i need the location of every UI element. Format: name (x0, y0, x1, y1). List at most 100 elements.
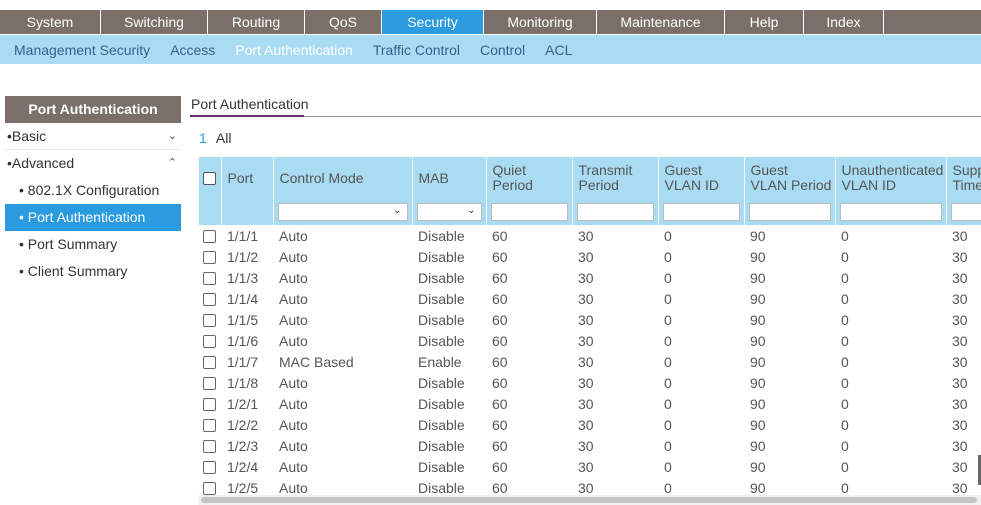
row-checkbox[interactable] (203, 461, 216, 475)
tab-maintenance[interactable]: Maintenance (597, 10, 725, 34)
header-line: Guest (750, 162, 788, 178)
row-checkbox[interactable] (203, 272, 216, 286)
tab-qos[interactable]: QoS (305, 10, 382, 34)
table-row[interactable]: 1/1/3 Auto Disable 60 30 0 90 0 30 (199, 267, 981, 288)
row-checkbox[interactable] (203, 419, 216, 433)
unauth-vlan-id-filter-input[interactable] (839, 203, 942, 221)
cell-unauth-vlan-id: 0 (841, 458, 849, 475)
table-row[interactable]: 1/2/4 Auto Disable 60 30 0 90 0 30 (199, 456, 981, 477)
col-header-guest-vlan-period[interactable]: Guest VLAN Period (744, 157, 836, 199)
tab-index[interactable]: Index (804, 10, 884, 34)
col-header-guest-vlan-id[interactable]: Guest VLAN ID (658, 157, 745, 199)
tab-switching[interactable]: Switching (101, 10, 208, 34)
header-line: Guest (664, 162, 702, 178)
row-select-cell (199, 393, 221, 414)
row-checkbox[interactable] (203, 314, 216, 328)
cell-guest-vlan-period: 90 (750, 248, 766, 265)
row-checkbox[interactable] (203, 482, 216, 495)
sidebar-item-basic[interactable]: •Basic ⌄ (5, 123, 181, 150)
guest-vlan-period-filter-input[interactable] (748, 203, 831, 221)
row-checkbox[interactable] (203, 335, 216, 349)
cell-guest-vlan-period: 90 (750, 311, 766, 328)
supp-time-filter-input[interactable] (950, 203, 981, 221)
cell-port: 1/2/3 (227, 437, 259, 454)
cell-guest-vlan-period: 90 (750, 395, 766, 412)
row-checkbox[interactable] (203, 440, 216, 454)
sidebar-subitem-port-summary[interactable]: • Port Summary (5, 231, 181, 258)
sidebar-subitem-client-summary[interactable]: • Client Summary (5, 258, 181, 285)
cell-guest-vlan-id: 0 (664, 332, 672, 349)
select-all-checkbox[interactable] (203, 172, 216, 186)
table-row[interactable]: 1/2/5 Auto Disable 60 30 0 90 0 30 (199, 477, 981, 495)
col-header-control-mode[interactable]: Control Mode (273, 157, 413, 199)
cell-transmit-period: 30 (578, 395, 594, 412)
subnav-access[interactable]: Access (170, 42, 215, 58)
row-checkbox[interactable] (203, 293, 216, 307)
filter-cell (221, 199, 274, 225)
subnav-management-security[interactable]: Management Security (14, 42, 150, 58)
cell-mab: Disable (418, 374, 465, 391)
header-line: Time (952, 177, 981, 193)
table-body: 1/1/1 Auto Disable 60 30 0 90 0 30 1/1/2 Auto Disab… (199, 225, 981, 495)
col-header-quiet-period[interactable]: Quiet Period (486, 157, 573, 199)
sidebar-item-advanced[interactable]: •Advanced ⌃ (5, 150, 181, 177)
tab-help[interactable]: Help (725, 10, 804, 34)
header-line: Period (578, 177, 619, 193)
col-header-unauthenticated-vlan-id[interactable]: Unauthenticated VLAN ID (835, 157, 947, 199)
row-select-cell (199, 267, 221, 288)
scrollbar-thumb[interactable] (201, 497, 977, 503)
sidebar-subitem-port-authentication[interactable]: • Port Authentication (5, 204, 181, 231)
row-checkbox[interactable] (203, 398, 216, 412)
control-mode-filter-select[interactable]: ⌄ (277, 203, 408, 221)
quiet-period-filter-input[interactable] (490, 203, 568, 221)
col-header-mab[interactable]: MAB (412, 157, 487, 199)
tab-system[interactable]: System (0, 10, 101, 34)
subnav-port-authentication[interactable]: Port Authentication (235, 42, 353, 58)
tab-routing[interactable]: Routing (208, 10, 305, 34)
subnav-acl[interactable]: ACL (545, 42, 572, 58)
sidebar-subitem-8021x-configuration[interactable]: • 802.1X Configuration (5, 177, 181, 204)
cell-quiet-period: 60 (492, 374, 508, 391)
row-checkbox[interactable] (203, 356, 216, 370)
table-row[interactable]: 1/2/3 Auto Disable 60 30 0 90 0 30 (199, 435, 981, 456)
tab-security[interactable]: Security (382, 10, 484, 34)
col-header-supp-time[interactable]: SuppTime (946, 157, 981, 199)
table-row[interactable]: 1/1/5 Auto Disable 60 30 0 90 0 30 (199, 309, 981, 330)
table-row[interactable]: 1/2/2 Auto Disable 60 30 0 90 0 30 (199, 414, 981, 435)
header-line: VLAN ID (841, 177, 896, 193)
mab-filter-select[interactable]: ⌄ (416, 203, 482, 221)
tab-monitoring[interactable]: Monitoring (484, 10, 597, 34)
table-row[interactable]: 1/1/6 Auto Disable 60 30 0 90 0 30 (199, 330, 981, 351)
table-row[interactable]: 1/2/1 Auto Disable 60 30 0 90 0 30 (199, 393, 981, 414)
cell-guest-vlan-id: 0 (664, 290, 672, 307)
table-row[interactable]: 1/1/8 Auto Disable 60 30 0 90 0 30 (199, 372, 981, 393)
chevron-up-icon: ⌃ (167, 157, 177, 169)
cell-control-mode: Auto (279, 332, 308, 349)
transmit-period-filter-input[interactable] (576, 203, 654, 221)
bullet: • (19, 263, 28, 279)
cell-control-mode: Auto (279, 458, 308, 475)
col-header-port[interactable]: Port (221, 157, 274, 199)
row-checkbox[interactable] (203, 251, 216, 265)
dropdown-arrow-icon: ⌄ (467, 205, 476, 216)
col-header-transmit-period[interactable]: Transmit Period (572, 157, 659, 199)
show-all-link[interactable]: All (216, 130, 232, 146)
cell-port: 1/1/8 (227, 374, 259, 391)
table-row[interactable]: 1/1/2 Auto Disable 60 30 0 90 0 30 (199, 246, 981, 267)
row-checkbox[interactable] (203, 377, 216, 391)
row-checkbox[interactable] (203, 230, 216, 244)
cell-port: 1/1/1 (227, 227, 259, 244)
cell-mab: Disable (418, 290, 465, 307)
subnav-traffic-control[interactable]: Traffic Control (373, 42, 460, 58)
sidebar-item-label: Basic (11, 128, 47, 144)
page-number-link[interactable]: 1 (199, 130, 207, 146)
subnav-control[interactable]: Control (480, 42, 525, 58)
title-underline-active (190, 115, 304, 117)
filter-cell (572, 199, 659, 225)
row-select-cell (199, 372, 221, 393)
table-row[interactable]: 1/1/1 Auto Disable 60 30 0 90 0 30 (199, 225, 981, 246)
table-row[interactable]: 1/1/7 MAC Based Enable 60 30 0 90 0 30 (199, 351, 981, 372)
guest-vlan-id-filter-input[interactable] (662, 203, 740, 221)
table-row[interactable]: 1/1/4 Auto Disable 60 30 0 90 0 30 (199, 288, 981, 309)
horizontal-scrollbar[interactable] (199, 495, 981, 505)
